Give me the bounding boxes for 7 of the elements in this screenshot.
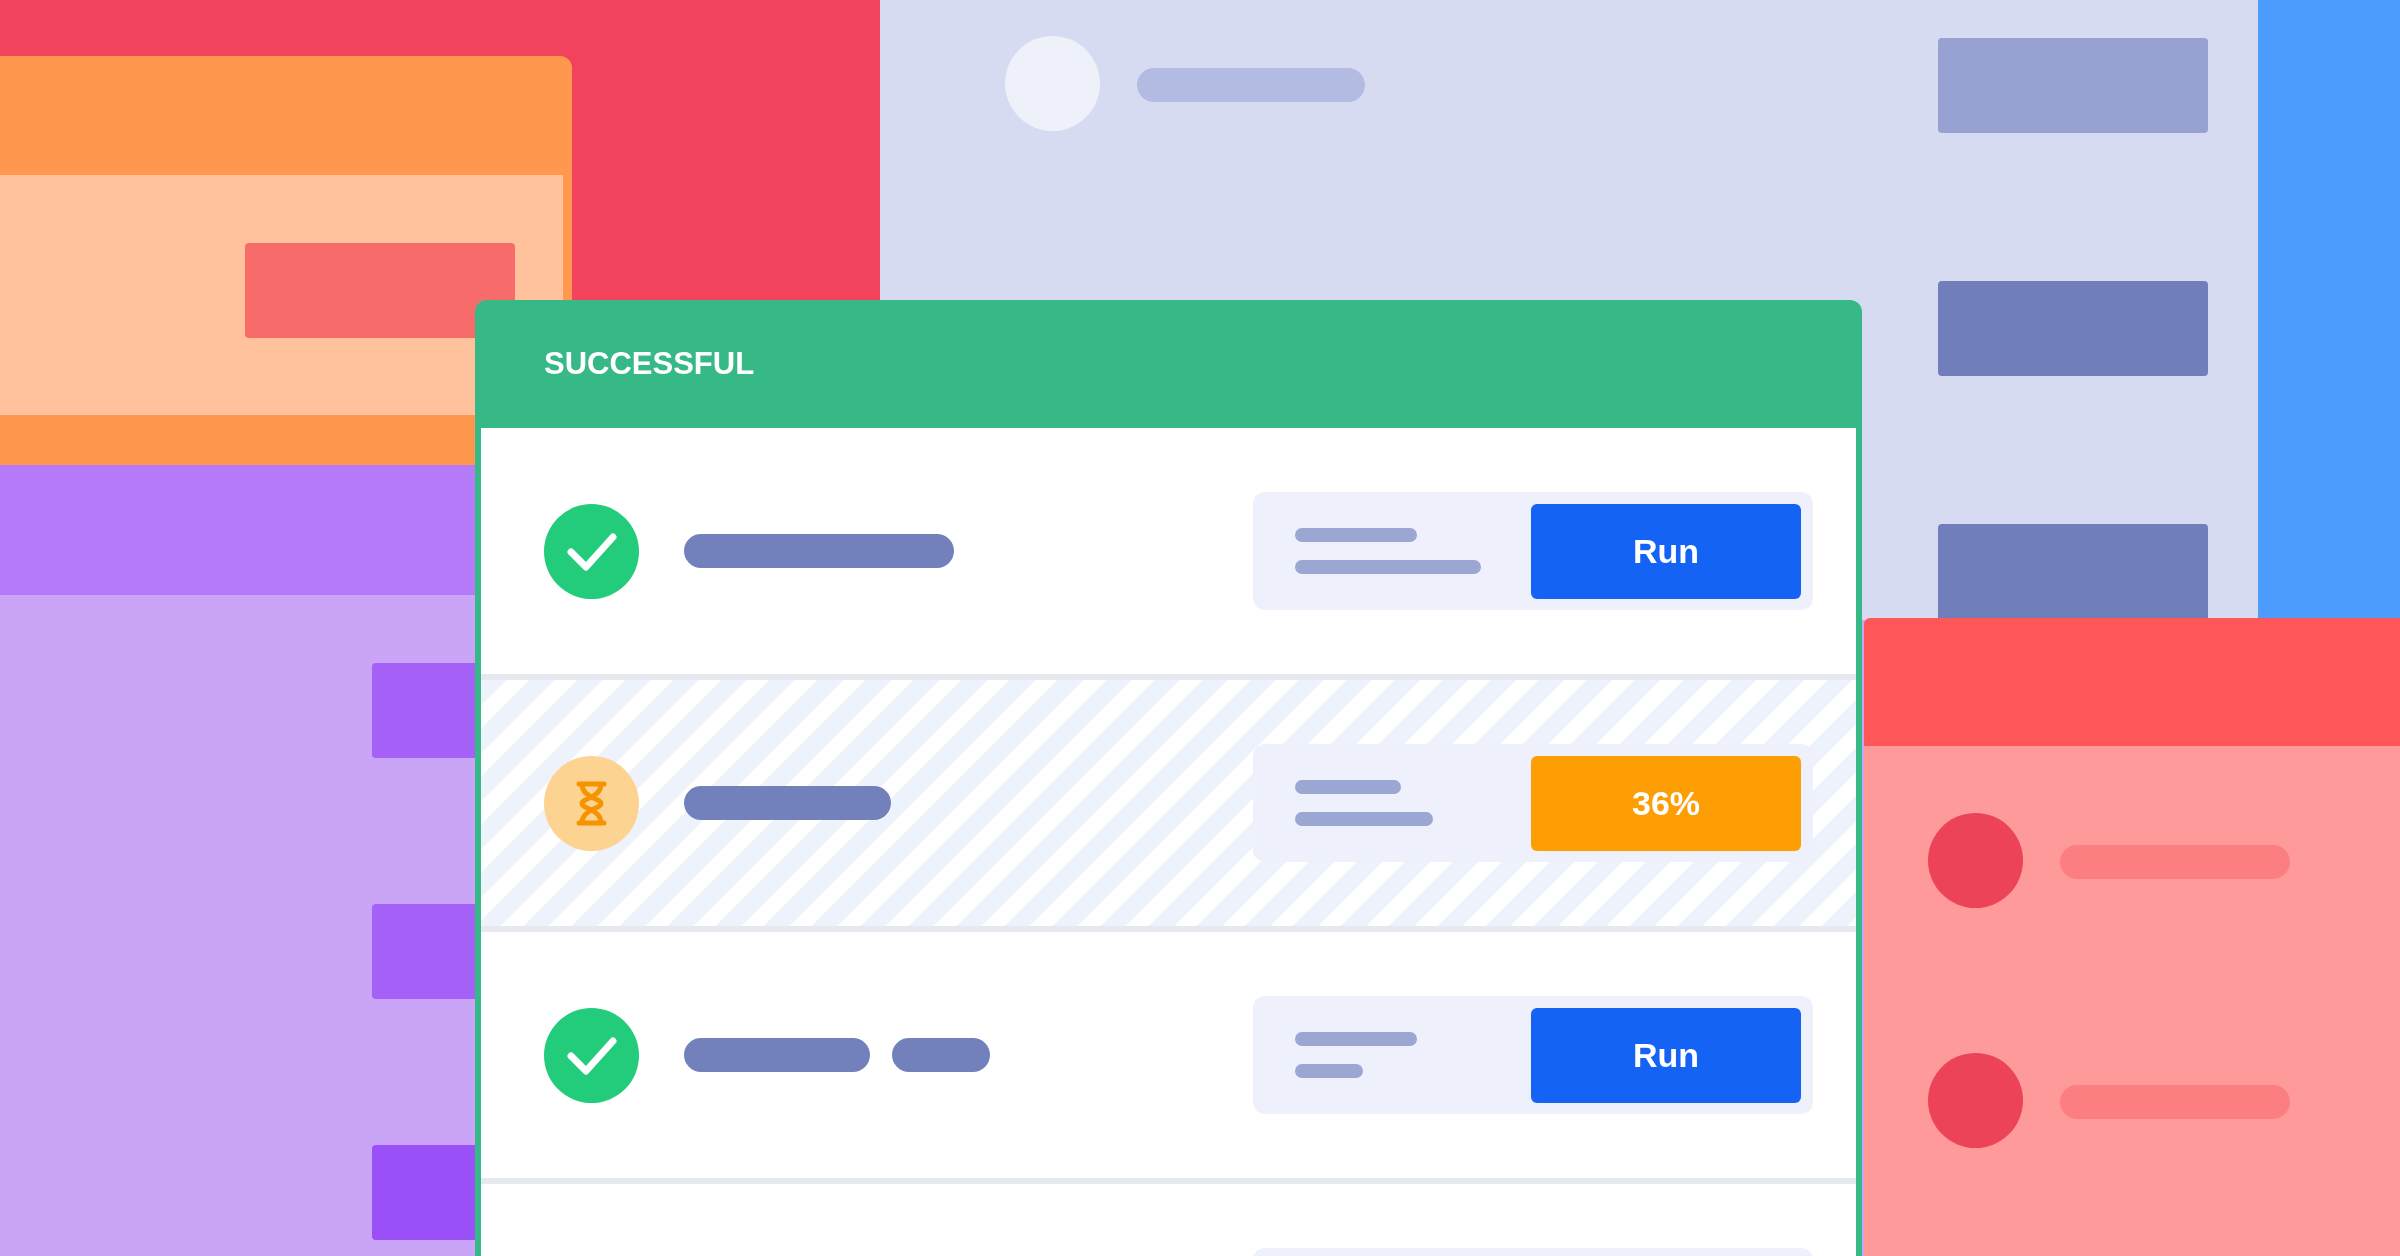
check-icon bbox=[544, 1007, 639, 1103]
progress-indicator: 36% bbox=[1531, 755, 1801, 851]
run-button[interactable]: Run bbox=[1531, 1007, 1801, 1103]
hourglass-icon bbox=[544, 755, 639, 851]
check-icon bbox=[544, 503, 639, 599]
run-button[interactable]: Run bbox=[1531, 503, 1801, 599]
card-title: SUCCESSFUL bbox=[544, 344, 755, 383]
